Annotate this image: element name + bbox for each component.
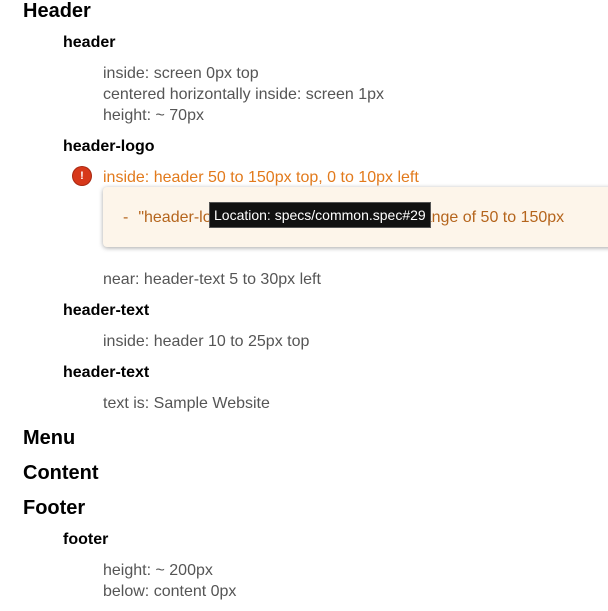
- spec-header-height[interactable]: height: ~ 70px: [103, 108, 204, 124]
- spec-text-inside[interactable]: inside: header 10 to 25px top: [103, 334, 309, 350]
- spec-footer-below[interactable]: below: content 0px: [103, 584, 236, 600]
- error-bullet: -: [123, 209, 129, 226]
- section-footer[interactable]: Footer: [23, 498, 85, 518]
- object-header[interactable]: header: [63, 35, 115, 51]
- section-menu[interactable]: Menu: [23, 428, 75, 448]
- spec-footer-height[interactable]: height: ~ 200px: [103, 563, 213, 579]
- section-header[interactable]: Header: [23, 1, 91, 21]
- spec-header-centered[interactable]: centered horizontally inside: screen 1px: [103, 87, 384, 103]
- spec-header-inside[interactable]: inside: screen 0px top: [103, 66, 259, 82]
- section-content[interactable]: Content: [23, 463, 99, 483]
- location-tooltip: Location: specs/common.spec#29: [209, 202, 431, 228]
- object-header-logo[interactable]: header-logo: [63, 139, 155, 155]
- exclamation-icon: !: [73, 167, 91, 185]
- spec-logo-inside-failed[interactable]: inside: header 50 to 150px top, 0 to 10p…: [103, 170, 419, 186]
- spec-logo-near[interactable]: near: header-text 5 to 30px left: [103, 272, 321, 288]
- spec-text-is[interactable]: text is: Sample Website: [103, 396, 270, 412]
- object-footer[interactable]: footer: [63, 532, 108, 548]
- object-header-text[interactable]: header-text: [63, 303, 149, 319]
- object-header-text-2[interactable]: header-text: [63, 365, 149, 381]
